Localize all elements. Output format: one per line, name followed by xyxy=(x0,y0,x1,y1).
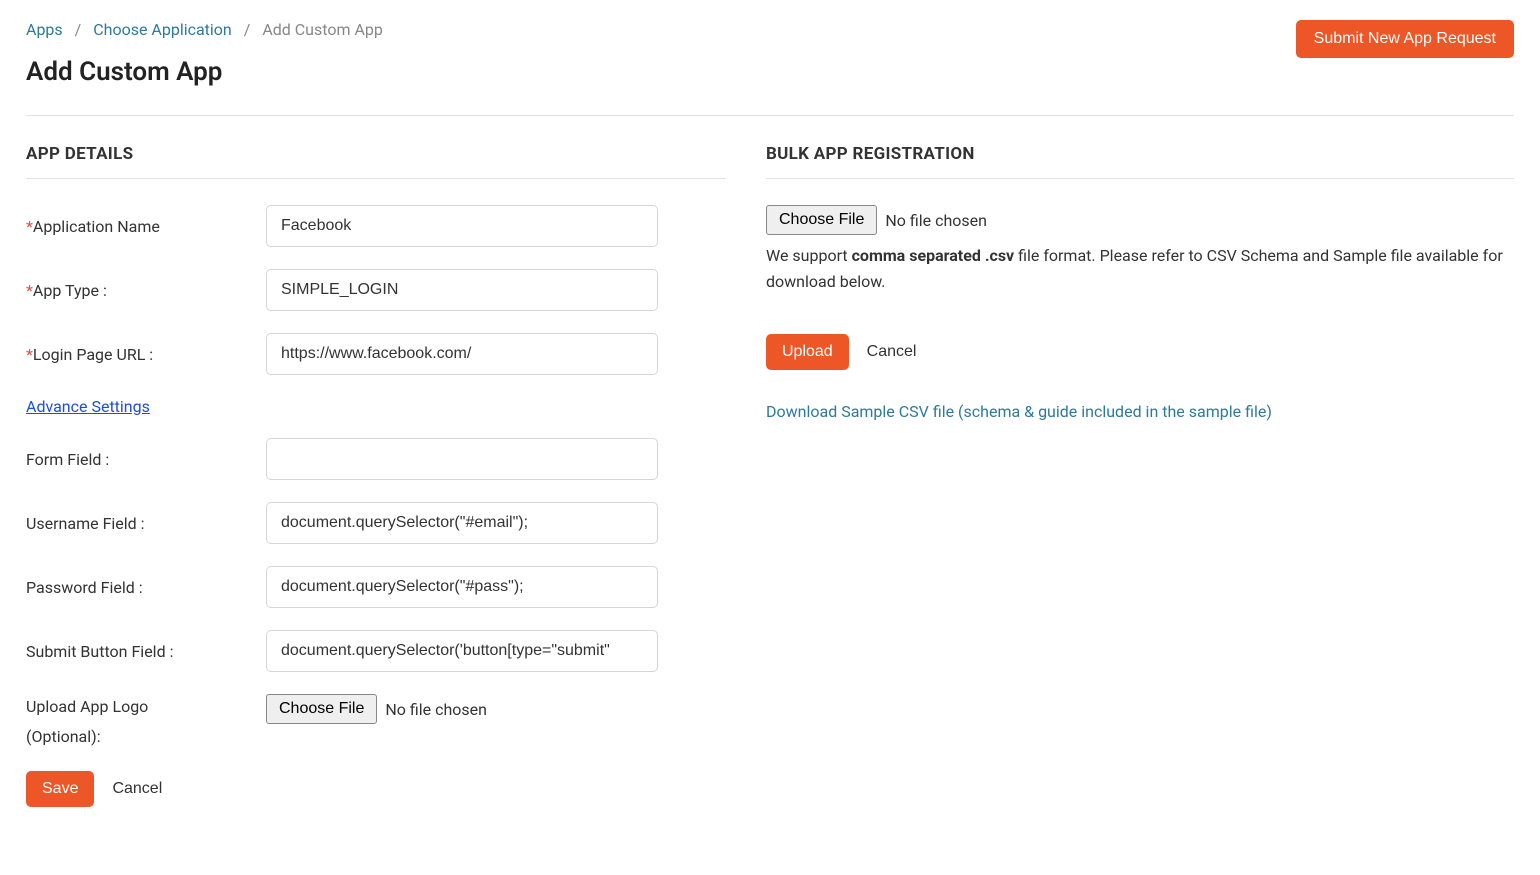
upload-app-logo-text: Upload App Logo xyxy=(26,697,148,716)
upload-button[interactable]: Upload xyxy=(766,334,849,370)
app-details-section-title: APP DETAILS xyxy=(26,144,726,179)
form-field-input[interactable] xyxy=(266,438,658,480)
bulk-choose-file-button[interactable]: Choose File xyxy=(766,205,877,235)
breadcrumb: Apps / Choose Application / Add Custom A… xyxy=(26,20,383,39)
login-page-url-input[interactable] xyxy=(266,333,658,375)
bulk-support-prefix: We support xyxy=(766,246,852,265)
username-field-input[interactable] xyxy=(266,502,658,544)
page-title: Add Custom App xyxy=(26,57,383,87)
app-logo-file-chooser: Choose File No file chosen xyxy=(266,694,487,724)
breadcrumb-apps[interactable]: Apps xyxy=(26,20,63,39)
bulk-support-bold: comma separated .csv xyxy=(852,246,1015,265)
submit-button-field-input[interactable] xyxy=(266,630,658,672)
bulk-support-text: We support comma separated .csv file for… xyxy=(766,243,1514,294)
divider xyxy=(26,115,1514,116)
application-name-label: *Application Name xyxy=(26,217,266,236)
bulk-registration-section-title: BULK APP REGISTRATION xyxy=(766,144,1514,179)
app-type-label-text: App Type : xyxy=(33,281,107,300)
save-button[interactable]: Save xyxy=(26,771,94,807)
app-logo-file-status: No file chosen xyxy=(385,700,487,719)
login-page-url-label-text: Login Page URL : xyxy=(33,345,153,364)
submit-new-app-request-button[interactable]: Submit New App Request xyxy=(1296,20,1514,58)
app-type-label: *App Type : xyxy=(26,281,266,300)
advance-settings-link[interactable]: Advance Settings xyxy=(26,397,150,416)
upload-app-logo-optional: (Optional): xyxy=(26,724,266,750)
cancel-button[interactable]: Cancel xyxy=(98,771,176,807)
form-field-label: Form Field : xyxy=(26,450,266,469)
breadcrumb-separator: / xyxy=(244,20,251,39)
breadcrumb-current: Add Custom App xyxy=(262,20,383,39)
breadcrumb-separator: / xyxy=(75,20,82,39)
upload-app-logo-label: Upload App Logo (Optional): xyxy=(26,694,266,749)
password-field-label: Password Field : xyxy=(26,578,266,597)
application-name-label-text: Application Name xyxy=(33,217,160,236)
submit-button-field-label: Submit Button Field : xyxy=(26,642,266,661)
app-type-input[interactable] xyxy=(266,269,658,311)
bulk-file-status: No file chosen xyxy=(885,211,987,230)
password-field-input[interactable] xyxy=(266,566,658,608)
app-logo-choose-file-button[interactable]: Choose File xyxy=(266,694,377,724)
download-sample-csv-link[interactable]: Download Sample CSV file (schema & guide… xyxy=(766,402,1272,421)
breadcrumb-choose-application[interactable]: Choose Application xyxy=(93,20,232,39)
bulk-cancel-button[interactable]: Cancel xyxy=(853,334,931,370)
login-page-url-label: *Login Page URL : xyxy=(26,345,266,364)
bulk-file-chooser: Choose File No file chosen xyxy=(766,205,987,235)
username-field-label: Username Field : xyxy=(26,514,266,533)
application-name-input[interactable] xyxy=(266,205,658,247)
